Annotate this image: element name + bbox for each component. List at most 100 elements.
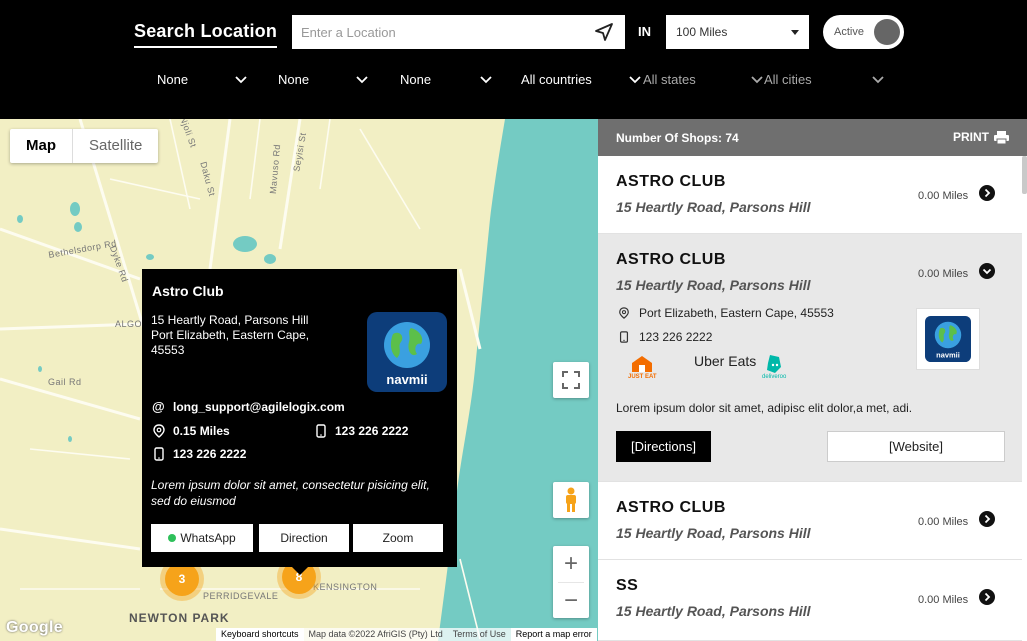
zoom-in-button[interactable]: + [553,546,589,582]
chevron-down-icon [356,76,368,84]
fullscreen-button[interactable] [553,362,589,398]
store-list-item[interactable]: SS 15 Heartly Road, Parsons Hill 0.00 Mi… [598,560,1022,641]
active-toggle[interactable]: Active [823,15,904,49]
navmii-logo: navmii [925,316,971,362]
store-name: ASTRO CLUB [616,173,726,190]
keyboard-shortcuts-link[interactable]: Keyboard shortcuts [216,628,304,641]
filter-category-1[interactable]: None [157,66,277,92]
printer-icon [994,130,1009,144]
just-eat-logo[interactable]: JUST EAT [628,354,657,380]
chevron-down-icon [872,76,884,84]
google-logo: Google [6,619,63,636]
store-name: ASTRO CLUB [616,499,726,516]
filter-category-2[interactable]: None [278,66,398,92]
header: Search Location IN 100 Miles Active None… [0,0,1027,119]
just-eat-icon [632,356,653,372]
direction-button[interactable]: Direction [259,524,349,552]
whatsapp-icon [168,534,177,542]
map-type-satellite-button[interactable]: Satellite [72,129,158,163]
store-list-item-expanded[interactable]: ASTRO CLUB 15 Heartly Road, Parsons Hill… [598,234,1022,482]
store-list-item[interactable]: ASTRO CLUB 15 Heartly Road, Parsons Hill… [598,482,1022,560]
store-address: 15 Heartly Road, Parsons Hill [616,277,811,293]
map-canvas[interactable]: Njoli St Daku St Mavuso Rd Seyisi St Bet… [0,119,598,641]
info-phone-row: 123 226 2222 [152,447,246,461]
store-name: SS [616,577,639,594]
directions-button[interactable]: [Directions] [616,431,711,462]
whatsapp-button-label: WhatsApp [180,531,236,545]
store-name: ASTRO CLUB [616,251,726,268]
store-phone: 123 226 2222 [639,330,713,344]
deliveroo-logo[interactable]: deliveroo [762,354,786,380]
terms-link[interactable]: Terms of Use [448,628,511,641]
map-attribution: Keyboard shortcuts Map data ©2022 AfriGI… [216,628,597,641]
pegman-icon [566,487,576,512]
uber-eats-logo[interactable]: Uber Eats [694,354,756,368]
store-list-scrollbar[interactable] [1022,156,1027,194]
store-distance: 0.00 Miles [918,190,969,202]
info-address: 15 Heartly Road, Parsons Hill Port Eliza… [151,313,321,358]
filter-label: None [400,71,432,87]
filter-category-3[interactable]: None [400,66,520,92]
search-location-title: Search Location [134,21,278,48]
map-label-area: PERRIDGEVALE [203,591,279,601]
website-button[interactable]: [Website] [827,431,1005,462]
zoom-control: + − [553,546,589,618]
info-window-tail [292,567,308,575]
filter-label: None [157,71,189,87]
filter-label: All countries [521,71,592,87]
zoom-out-button[interactable]: − [553,583,589,619]
store-city-row: Port Elizabeth, Eastern Cape, 45553 [618,306,834,320]
info-store-name: Astro Club [152,283,224,299]
chevron-down-icon [629,76,641,84]
map-type-map-button[interactable]: Map [10,129,72,163]
shops-count: Number Of Shops: 74 [616,131,739,145]
deliveroo-label: deliveroo [762,374,787,380]
chevron-right-circle-icon[interactable] [979,589,995,605]
navmii-logo: navmii [367,312,447,392]
store-city: Port Elizabeth, Eastern Cape, 45553 [639,306,834,320]
map-label-street: Gail Rd [48,377,82,387]
store-list-item[interactable]: ASTRO CLUB 15 Heartly Road, Parsons Hill… [598,156,1022,234]
filter-state[interactable]: All states [643,66,763,92]
deliveroo-icon [767,355,782,373]
uber-eats-label: Uber Eats [694,353,757,369]
navmii-logo-text: navmii [386,372,427,387]
info-distance: 0.15 Miles [173,424,230,438]
store-address: 15 Heartly Road, Parsons Hill [616,603,811,619]
print-button[interactable]: PRINT [953,130,1009,144]
info-description: Lorem ipsum dolor sit amet, consectetur … [151,478,430,508]
location-input[interactable] [292,15,625,49]
store-info-window: Astro Club 15 Heartly Road, Parsons Hill… [142,269,457,575]
radius-selected-value: 100 Miles [676,25,728,39]
active-toggle-label: Active [834,26,864,38]
mobile-phone-icon [619,331,629,343]
filter-country[interactable]: All countries [521,66,641,92]
map-pin-icon [619,307,629,319]
report-error-link[interactable]: Report a map error [510,628,597,641]
info-phone-row: 123 226 2222 [314,424,408,438]
store-distance: 0.00 Miles [918,268,969,280]
info-phone: 123 226 2222 [173,447,247,461]
just-eat-label: JUST EAT [628,374,657,380]
radius-select[interactable]: 100 Miles [666,15,809,49]
chevron-right-circle-icon[interactable] [979,185,995,201]
info-phone: 123 226 2222 [335,424,409,438]
filter-city[interactable]: All cities [764,66,884,92]
street-view-pegman[interactable] [553,482,589,518]
navmii-logo-text: navmii [936,350,960,359]
chevron-down-circle-icon[interactable] [979,263,995,279]
mobile-phone-icon [316,424,326,438]
chevron-right-circle-icon[interactable] [979,511,995,527]
store-phone-row: 123 226 2222 [618,330,712,344]
whatsapp-button[interactable]: WhatsApp [151,524,253,552]
store-address: 15 Heartly Road, Parsons Hill [616,199,811,215]
locate-arrow-icon[interactable] [594,22,614,42]
map-pin-icon [153,424,165,438]
map-cluster-marker[interactable]: 3 [165,562,199,596]
map-label-suburb: NEWTON PARK [129,611,230,625]
zoom-button[interactable]: Zoom [353,524,443,552]
filter-label: None [278,71,310,87]
info-email[interactable]: long_support@agilelogix.com [173,400,345,414]
info-distance-row: 0.15 Miles [152,424,230,438]
info-address-line2: Port Elizabeth, Eastern Cape, 45553 [151,328,310,357]
